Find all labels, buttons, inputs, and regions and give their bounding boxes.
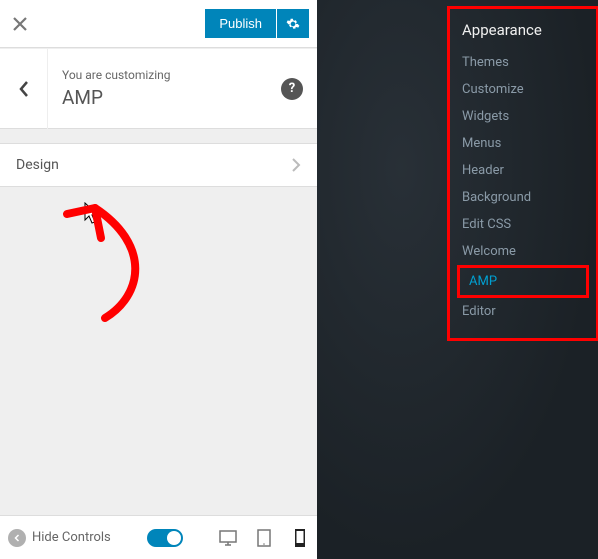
amp-highlight-annotation: AMP [457, 265, 589, 298]
tablet-preview-button[interactable] [255, 529, 273, 547]
appearance-menu-annotation: Appearance Themes Customize Widgets Menu… [447, 6, 598, 341]
customizer-panel: Publish You are customizing AMP ? Design [0, 0, 317, 559]
gear-icon [286, 17, 300, 31]
desktop-preview-button[interactable] [219, 529, 237, 547]
customizer-header: You are customizing AMP ? [0, 49, 317, 129]
customizing-target: AMP [62, 86, 267, 109]
close-icon [12, 16, 28, 32]
sidebar-item-widgets[interactable]: Widgets [450, 103, 596, 130]
back-button[interactable] [0, 49, 48, 129]
tablet-icon [257, 529, 271, 547]
sidebar-item-background[interactable]: Background [450, 184, 596, 211]
mobile-icon [295, 529, 305, 547]
desktop-icon [219, 530, 237, 546]
footer: Hide Controls [0, 515, 317, 559]
publish-settings-button[interactable] [277, 9, 309, 38]
section-label: Design [16, 157, 59, 173]
admin-sidebar-area: Appearance Themes Customize Widgets Menu… [317, 0, 598, 559]
chevron-left-icon [18, 80, 30, 98]
chevron-right-icon [291, 158, 301, 172]
publish-button[interactable]: Publish [205, 9, 276, 38]
hide-controls-label: Hide Controls [32, 530, 111, 545]
topbar-actions: Publish [205, 9, 309, 38]
sidebar-item-edit-css[interactable]: Edit CSS [450, 211, 596, 238]
sidebar-item-editor[interactable]: Editor [450, 298, 596, 325]
hide-controls-button[interactable]: Hide Controls [8, 529, 111, 547]
device-preview-group [219, 529, 309, 547]
sidebar-item-header[interactable]: Header [450, 157, 596, 184]
sidebar-item-customize[interactable]: Customize [450, 76, 596, 103]
header-text: You are customizing AMP [48, 68, 281, 109]
help-icon: ? [289, 81, 295, 96]
sidebar-item-menus[interactable]: Menus [450, 130, 596, 157]
mobile-preview-button[interactable] [291, 529, 309, 547]
help-button[interactable]: ? [281, 78, 303, 100]
chevron-left-circle-icon [8, 529, 26, 547]
preview-toggle[interactable] [147, 529, 183, 547]
menu-header: Appearance [450, 17, 596, 49]
sidebar-item-welcome[interactable]: Welcome [450, 238, 596, 265]
section-design[interactable]: Design [0, 143, 317, 187]
customizing-label: You are customizing [62, 68, 267, 82]
sidebar-item-themes[interactable]: Themes [450, 49, 596, 76]
close-button[interactable] [8, 12, 32, 36]
topbar: Publish [0, 0, 317, 48]
sidebar-item-amp[interactable]: AMP [460, 268, 586, 295]
